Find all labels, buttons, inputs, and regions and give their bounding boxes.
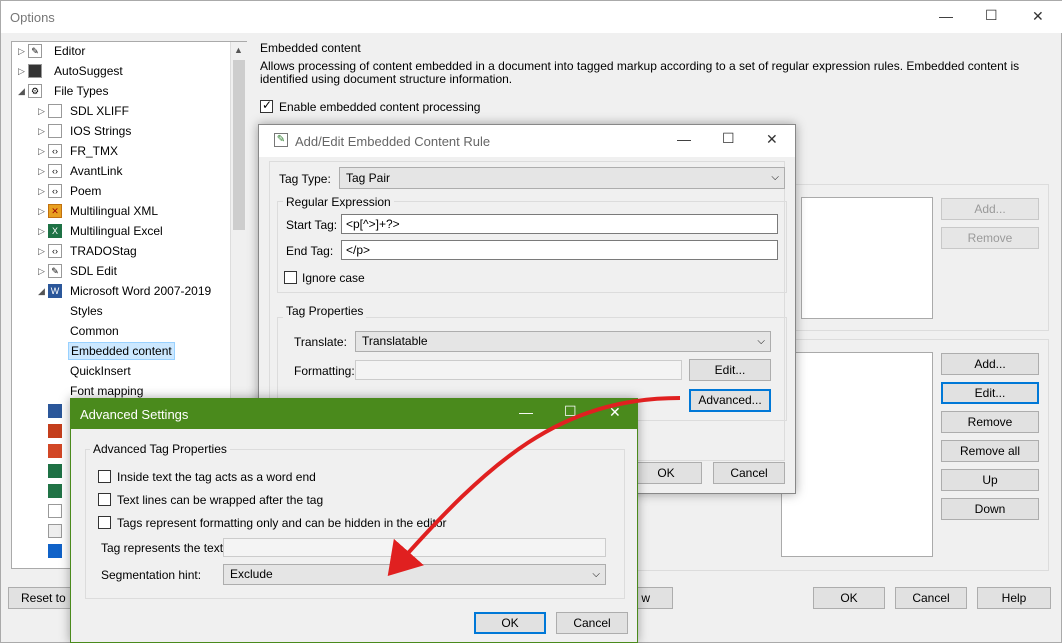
annotation-arrow xyxy=(387,396,681,576)
arrow-path xyxy=(387,396,681,576)
